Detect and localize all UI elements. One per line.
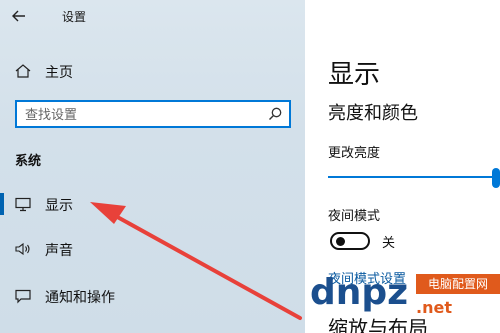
settings-window: 设置 主页 系统 [0,0,500,333]
back-arrow-icon [12,10,25,22]
brightness-slider[interactable] [328,168,500,188]
sidebar-item-display[interactable]: 显示 [0,189,305,219]
watermark: dnpz 电脑配置网 .net [300,266,500,333]
search-input[interactable] [23,105,259,125]
search-icon[interactable] [267,106,283,122]
sidebar-item-label: 声音 [45,243,73,259]
monitor-icon [14,196,32,212]
search-box[interactable] [15,100,291,128]
sidebar-item-label: 通知和操作 [45,290,115,306]
nav-home-label: 主页 [45,65,73,81]
brightness-label: 更改亮度 [328,146,381,161]
section-title: 亮度和颜色 [328,103,418,124]
watermark-domain: .net [416,298,452,317]
home-icon [14,63,32,79]
back-button[interactable] [8,6,30,26]
night-mode-toggle[interactable] [330,232,370,250]
sidebar-item-label: 显示 [45,198,73,214]
nav-item-home[interactable]: 主页 [0,56,305,86]
night-mode-state: 关 [382,236,396,251]
notification-icon [14,288,32,304]
night-mode-label: 夜间模式 [328,209,381,224]
watermark-cn: 电脑配置网 [416,274,500,294]
toggle-knob [336,237,345,246]
watermark-brand: dnpz [310,272,409,313]
sidebar-item-sound[interactable]: 声音 [0,234,305,264]
sidebar-item-notifications[interactable]: 通知和操作 [0,281,305,311]
sidebar: 设置 主页 系统 [0,0,305,333]
active-indicator [0,193,4,215]
section-label-system: 系统 [15,154,42,169]
page-title: 显示 [328,60,381,90]
speaker-icon [14,241,32,257]
window-title: 设置 [62,10,87,24]
slider-thumb[interactable] [492,168,500,188]
slider-track[interactable] [328,176,500,178]
